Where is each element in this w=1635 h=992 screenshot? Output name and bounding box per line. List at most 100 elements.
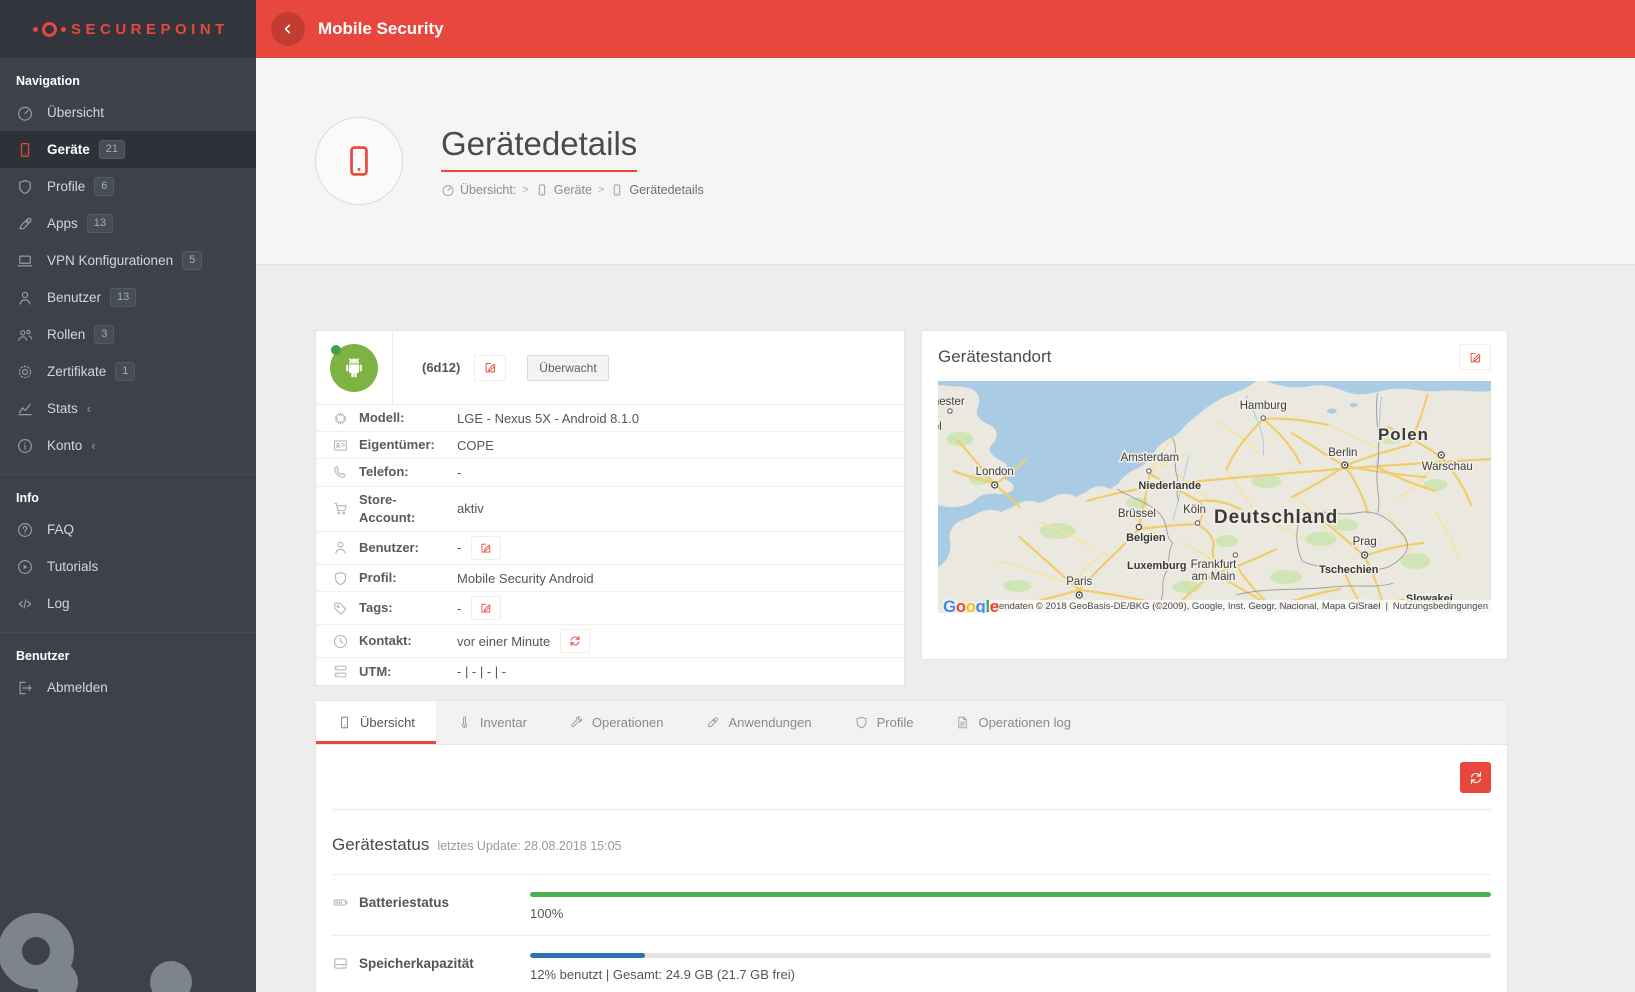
sidebar-item-konto[interactable]: Konto ‹ bbox=[0, 427, 256, 464]
device-row-eigentuemer: Eigentümer: COPE bbox=[316, 432, 904, 459]
edit-icon bbox=[483, 360, 498, 375]
sidebar-item-apps[interactable]: Apps 13 bbox=[0, 205, 256, 242]
count-badge: 21 bbox=[99, 140, 125, 159]
online-status-dot bbox=[331, 345, 341, 355]
securepoint-logo-icon bbox=[33, 22, 66, 37]
refresh-icon bbox=[568, 634, 582, 648]
battery-percent-text: 100% bbox=[530, 906, 1491, 921]
tab-bar: Übersicht Inventar Operationen Anwendung… bbox=[316, 701, 1507, 745]
device-row-kontakt: Kontakt: vor einer Minute bbox=[316, 625, 904, 658]
file-icon bbox=[955, 715, 970, 730]
device-row-store-account: Store-Account: aktiv bbox=[316, 487, 904, 532]
sidebar-item-zertifikate[interactable]: Zertifikate 1 bbox=[0, 353, 256, 390]
laptop-icon bbox=[16, 252, 34, 270]
device-row-profil: Profil: Mobile Security Android bbox=[316, 565, 904, 592]
map-label-berlin: Berlin bbox=[1328, 447, 1357, 459]
tab-operationen[interactable]: Operationen bbox=[548, 701, 685, 744]
detail-tabs-card: Übersicht Inventar Operationen Anwendung… bbox=[315, 700, 1508, 992]
tab-anwendungen[interactable]: Anwendungen bbox=[684, 701, 832, 744]
collapse-chevron-icon: ‹ bbox=[91, 438, 95, 453]
device-card-header: (6d12) Überwacht bbox=[316, 331, 904, 405]
tab-operationen-log[interactable]: Operationen log bbox=[934, 701, 1092, 744]
logout-icon bbox=[16, 679, 34, 697]
refresh-status-button[interactable] bbox=[1460, 762, 1491, 793]
map-label-ool: ool bbox=[938, 421, 942, 433]
map-attribution: Kartendaten © 2018 GeoBasis-DE/BKG (©200… bbox=[990, 600, 1491, 613]
count-badge: 13 bbox=[110, 288, 136, 307]
breadcrumb-geraete[interactable]: Geräte bbox=[535, 183, 592, 197]
sidebar-item-log[interactable]: Log bbox=[0, 585, 256, 622]
count-badge: 3 bbox=[94, 325, 114, 344]
edit-device-name-button[interactable] bbox=[474, 355, 506, 381]
sidebar-item-profile[interactable]: Profile 6 bbox=[0, 168, 256, 205]
section-divider bbox=[332, 809, 1491, 810]
tab-uebersicht[interactable]: Übersicht bbox=[316, 701, 436, 744]
shield-icon bbox=[16, 178, 34, 196]
map-terms-link[interactable]: Nutzungsbedingungen bbox=[1393, 601, 1488, 612]
map-label-warschau: Warschau bbox=[1422, 461, 1473, 473]
page-content: (6d12) Überwacht Modell: LGE - Nexus 5X … bbox=[256, 265, 1635, 992]
map-label-tschechien: Tschechien bbox=[1319, 564, 1379, 576]
refresh-icon bbox=[1468, 770, 1484, 786]
sidebar-item-vpn-konfigurationen[interactable]: VPN Konfigurationen 5 bbox=[0, 242, 256, 279]
edit-tags-button[interactable] bbox=[471, 596, 501, 620]
watermark-logo-dot bbox=[150, 961, 192, 992]
edit-icon bbox=[479, 601, 493, 615]
breadcrumb-geraetedetails[interactable]: Gerätedetails bbox=[610, 183, 703, 197]
storage-status-row: Speicherkapazität 12% benutzt | Gesamt: … bbox=[332, 936, 1491, 992]
sidebar-item-rollen[interactable]: Rollen 3 bbox=[0, 316, 256, 353]
app-header: Mobile Security bbox=[256, 0, 1635, 58]
breadcrumb-uebersicht[interactable]: Übersicht: bbox=[441, 183, 516, 197]
device-avatar-cell bbox=[316, 331, 393, 404]
edit-user-button[interactable] bbox=[471, 536, 501, 560]
refresh-contact-button[interactable] bbox=[560, 629, 590, 653]
count-badge: 5 bbox=[182, 251, 202, 270]
chip-icon bbox=[332, 410, 349, 427]
page-title: Gerätedetails bbox=[441, 125, 637, 172]
map-label-frankfurt-2: am Main bbox=[1192, 571, 1236, 583]
page-icon-circle bbox=[315, 117, 403, 205]
device-row-tags: Tags: - bbox=[316, 592, 904, 625]
android-robot-icon bbox=[339, 353, 369, 383]
phone-icon bbox=[337, 715, 352, 730]
status-section-title: Gerätestatus bbox=[332, 835, 429, 855]
sidebar-item-uebersicht[interactable]: Übersicht bbox=[0, 94, 256, 131]
back-button[interactable] bbox=[271, 12, 305, 46]
phone-icon bbox=[610, 183, 624, 197]
supervised-badge: Überwacht bbox=[527, 355, 608, 381]
google-logo[interactable]: Google bbox=[943, 598, 999, 613]
phone-icon bbox=[340, 142, 378, 180]
tab-profile[interactable]: Profile bbox=[833, 701, 935, 744]
user-icon bbox=[16, 289, 34, 307]
clock-icon bbox=[332, 633, 349, 650]
device-row-modell: Modell: LGE - Nexus 5X - Android 8.1.0 bbox=[316, 405, 904, 432]
sidebar-item-faq[interactable]: FAQ bbox=[0, 511, 256, 548]
edit-location-button[interactable] bbox=[1459, 344, 1491, 370]
sidebar: SECUREPOINT Navigation Übersicht Geräte … bbox=[0, 0, 256, 992]
rocket-icon bbox=[705, 715, 720, 730]
brand-logo[interactable]: SECUREPOINT bbox=[0, 0, 256, 58]
google-map[interactable]: Hamburg Berlin Amsterdam London Brüssel … bbox=[938, 381, 1491, 613]
wrench-icon bbox=[569, 715, 584, 730]
map-label-luxemburg: Luxemburg bbox=[1127, 560, 1187, 572]
map-label-prag: Prag bbox=[1353, 536, 1377, 548]
rocket-icon bbox=[16, 215, 34, 233]
phone-icon bbox=[16, 141, 34, 159]
count-badge: 6 bbox=[94, 177, 114, 196]
sidebar-item-stats[interactable]: Stats ‹ bbox=[0, 390, 256, 427]
map-label-london: London bbox=[976, 466, 1014, 478]
sidebar-item-benutzer[interactable]: Benutzer 13 bbox=[0, 279, 256, 316]
map-label-niederlande: Niederlande bbox=[1138, 480, 1201, 492]
sidebar-item-tutorials[interactable]: Tutorials bbox=[0, 548, 256, 585]
gauge-icon bbox=[16, 104, 34, 122]
phone-handset-icon bbox=[332, 464, 349, 481]
phone-icon bbox=[535, 183, 549, 197]
tab-inventar[interactable]: Inventar bbox=[436, 701, 548, 744]
play-circle-icon bbox=[16, 558, 34, 576]
device-row-utm: UTM: - | - | - | - bbox=[316, 658, 904, 685]
sidebar-item-geraete[interactable]: Geräte 21 bbox=[0, 131, 256, 168]
battery-status-row: Batteriestatus 100% bbox=[332, 875, 1491, 936]
edit-icon bbox=[1468, 350, 1483, 365]
sidebar-item-abmelden[interactable]: Abmelden bbox=[0, 669, 256, 706]
nav-section-title-navigation: Navigation bbox=[0, 58, 256, 94]
